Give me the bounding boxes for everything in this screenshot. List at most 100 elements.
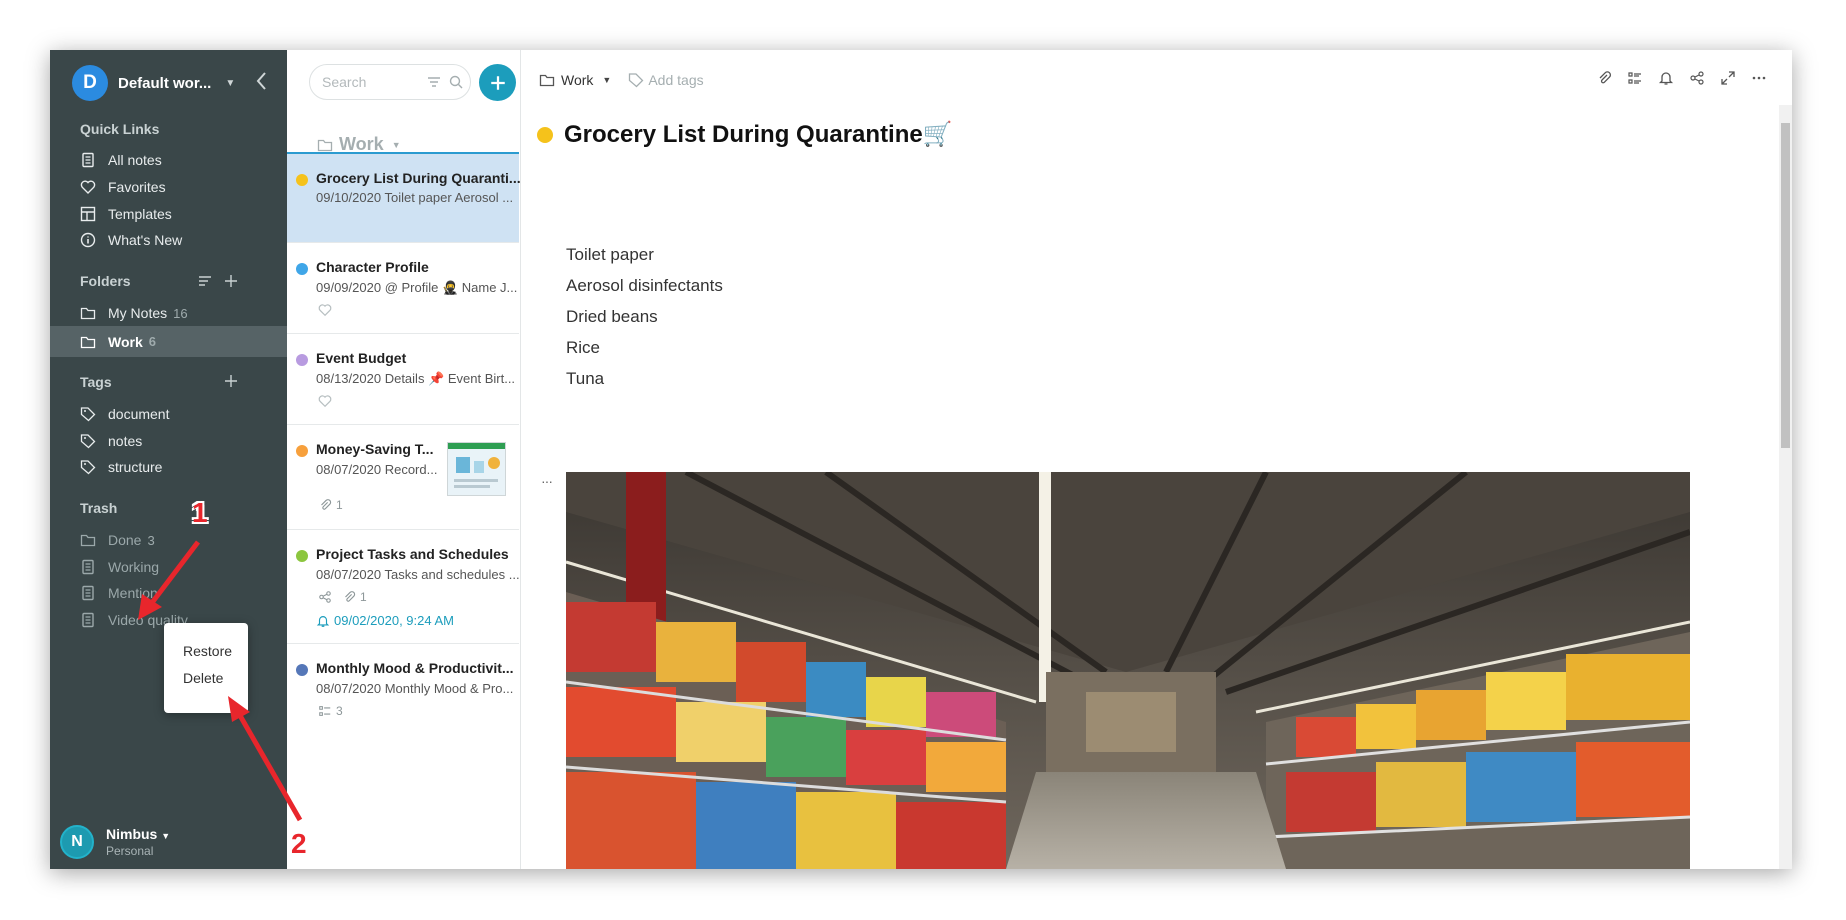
note-item[interactable]: Event Budget 08/13/2020 Details 📌 Event … xyxy=(287,333,519,424)
sidebar-item-label: All notes xyxy=(108,152,162,168)
sidebar-item-label: Working xyxy=(108,559,160,575)
note-date: 09/10/2020 xyxy=(316,190,382,205)
note-preview: Tasks and schedules ... xyxy=(384,567,520,582)
note-color-dot[interactable] xyxy=(537,126,553,143)
folder-icon xyxy=(80,534,96,547)
note-color-dot xyxy=(296,263,308,275)
attachment-count: 1 xyxy=(336,498,343,512)
delete-menu-item[interactable]: Delete xyxy=(183,670,223,686)
note-item[interactable]: Grocery List During Quaranti... 09/10/20… xyxy=(287,152,521,242)
fullscreen-button[interactable] xyxy=(1712,70,1743,86)
workspace-name: Default wor... xyxy=(118,74,212,92)
workspace-avatar: D xyxy=(72,65,108,101)
attach-button[interactable] xyxy=(1588,70,1619,86)
tag-icon xyxy=(80,407,96,422)
plus-icon xyxy=(490,75,505,90)
sidebar-folder-my-notes[interactable]: My Notes 16 xyxy=(80,305,188,321)
note-editor: Work ▼ Add tags Grocery List During Quar… xyxy=(521,50,1792,869)
sidebar-item-label: What's New xyxy=(108,232,183,248)
filter-icon[interactable] xyxy=(426,74,442,90)
sidebar-tag-structure[interactable]: structure xyxy=(80,459,162,475)
note-date: 08/07/2020 xyxy=(316,567,382,582)
editor-folder-name: Work xyxy=(561,72,594,88)
note-preview: Details 📌 Event Birt... xyxy=(384,371,516,386)
avatar: N xyxy=(60,825,94,859)
annotation-label-2: 2 xyxy=(291,828,307,859)
trash-item-working[interactable]: Working xyxy=(80,559,159,575)
editor-scrollbar[interactable] xyxy=(1779,105,1792,869)
reminder-button[interactable] xyxy=(1650,70,1681,86)
sidebar-folder-work[interactable]: Work 6 xyxy=(50,326,287,357)
note-title: Character Profile xyxy=(316,259,429,275)
heart-icon xyxy=(318,395,332,408)
outline-button[interactable] xyxy=(1619,70,1650,86)
trash-item-done[interactable]: Done 3 xyxy=(80,532,155,548)
note-item[interactable]: Monthly Mood & Productivit... 08/07/2020… xyxy=(287,643,519,741)
grocery-store-image[interactable] xyxy=(566,472,1690,869)
add-tag-icon[interactable] xyxy=(223,373,239,389)
sidebar-item-label: structure xyxy=(108,459,163,475)
note-title-heading[interactable]: Grocery List During Quarantine🛒 xyxy=(564,120,953,149)
scrollbar-thumb[interactable] xyxy=(1781,123,1790,448)
sidebar-item-whats-new[interactable]: What's New xyxy=(80,232,182,248)
sidebar-item-all-notes[interactable]: All notes xyxy=(80,152,162,168)
note-text-line[interactable]: Tuna xyxy=(566,369,604,389)
tags-title: Tags xyxy=(80,374,112,390)
attachment-icon xyxy=(321,499,332,510)
note-item[interactable]: Project Tasks and Schedules 08/07/2020 T… xyxy=(287,529,520,643)
note-item[interactable]: Money-Saving T... 08/07/2020 Record... 1 xyxy=(287,424,519,529)
note-preview: Record... xyxy=(384,462,438,477)
folder-icon xyxy=(80,307,96,320)
folder-icon xyxy=(80,336,96,348)
note-date: 08/07/2020 xyxy=(316,681,382,696)
note-text-line[interactable]: Aerosol disinfectants xyxy=(566,276,723,296)
note-item[interactable]: Character Profile 09/09/2020 @ Profile 🥷… xyxy=(287,242,519,333)
folders-title: Folders xyxy=(80,273,131,289)
more-options-button[interactable] xyxy=(1743,70,1774,86)
restore-menu-item[interactable]: Restore xyxy=(183,643,232,659)
user-menu[interactable]: N Nimbus ▼ Personal xyxy=(60,825,170,859)
tag-icon xyxy=(80,434,96,449)
share-icon xyxy=(319,591,331,603)
search-icon[interactable] xyxy=(448,74,464,90)
reminder-date: 09/02/2020, 9:24 AM xyxy=(334,613,454,628)
sidebar-item-label: Work xyxy=(108,333,143,350)
search-box xyxy=(309,64,471,100)
info-icon xyxy=(80,232,96,248)
note-color-dot xyxy=(296,174,308,186)
sidebar-item-favorites[interactable]: Favorites xyxy=(80,179,166,195)
search-input[interactable] xyxy=(320,73,420,91)
note-text-line[interactable]: Toilet paper xyxy=(566,245,654,265)
outline-icon xyxy=(1627,72,1641,84)
note-date: 08/07/2020 xyxy=(316,462,382,477)
caret-down-icon: ▼ xyxy=(391,139,401,150)
editor-folder-selector[interactable]: Work ▼ xyxy=(539,72,611,88)
collapse-sidebar-icon[interactable] xyxy=(253,70,271,92)
checklist-icon xyxy=(319,706,331,716)
note-list: Work ▼ Grocery List During Quaranti... 0… xyxy=(287,50,521,869)
sidebar-tag-notes[interactable]: notes xyxy=(80,433,142,449)
add-note-button[interactable] xyxy=(479,64,516,101)
sort-icon[interactable] xyxy=(197,273,213,289)
folder-icon xyxy=(539,74,555,87)
sidebar-item-label: Mention xyxy=(108,585,158,601)
sidebar-item-label: Favorites xyxy=(108,179,166,195)
note-preview: @ Profile 🥷 Name J... xyxy=(384,280,518,295)
note-text-line[interactable]: Rice xyxy=(566,338,600,358)
sidebar-tag-document[interactable]: document xyxy=(80,406,169,422)
note-text-line[interactable]: Dried beans xyxy=(566,307,658,327)
add-tags-button[interactable]: Add tags xyxy=(628,72,704,88)
add-folder-icon[interactable] xyxy=(223,273,239,289)
caret-down-icon: ▼ xyxy=(161,831,171,841)
quick-links-title: Quick Links xyxy=(80,121,160,137)
sidebar-item-label: My Notes xyxy=(108,305,168,321)
favorite-toggle[interactable] xyxy=(318,394,332,408)
sidebar-item-templates[interactable]: Templates xyxy=(80,206,172,222)
favorite-toggle[interactable] xyxy=(318,303,332,317)
block-menu-icon[interactable]: ··· xyxy=(541,473,553,489)
trash-item-mention[interactable]: Mention xyxy=(80,585,158,601)
workspace-switcher[interactable]: D Default wor... ▼ xyxy=(72,65,235,101)
share-button[interactable] xyxy=(1681,70,1712,86)
note-preview: Monthly Mood & Pro... xyxy=(384,681,514,696)
heart-icon xyxy=(318,304,332,317)
